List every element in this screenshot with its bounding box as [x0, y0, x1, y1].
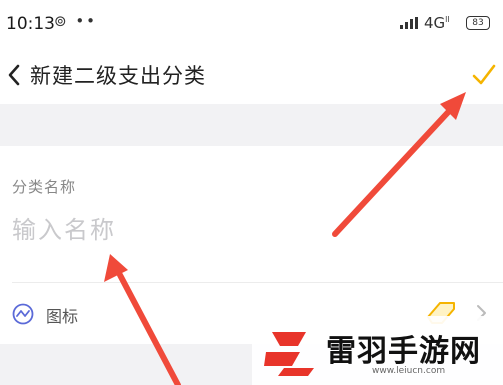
watermark: 雷羽手游网 www.leiucn.com	[252, 316, 503, 385]
page-title: 新建二级支出分类	[30, 64, 206, 88]
brand-url: www.leiucn.com	[372, 366, 446, 376]
icon-label: 图标	[46, 307, 79, 326]
back-button[interactable]	[4, 60, 26, 90]
status-bar: 10:13 ⊚ •• 4Gll 83	[0, 0, 503, 46]
signal-icon	[400, 17, 418, 29]
check-icon	[472, 64, 496, 85]
confirm-button[interactable]	[470, 60, 498, 90]
trend-circle-icon	[12, 303, 34, 325]
brand-logo-icon	[264, 332, 314, 376]
nav-bar: 新建二级支出分类	[0, 46, 503, 104]
brand-name: 雷羽手游网	[326, 334, 481, 369]
category-name-input[interactable]	[12, 210, 482, 250]
network-indicator: 4Gll	[424, 14, 450, 32]
status-time: 10:13	[6, 14, 55, 34]
battery-icon: 83	[466, 16, 490, 30]
category-form: 分类名称 图标	[0, 146, 503, 344]
name-label: 分类名称	[12, 178, 77, 196]
notification-icons: ⊚ ••	[54, 12, 98, 30]
